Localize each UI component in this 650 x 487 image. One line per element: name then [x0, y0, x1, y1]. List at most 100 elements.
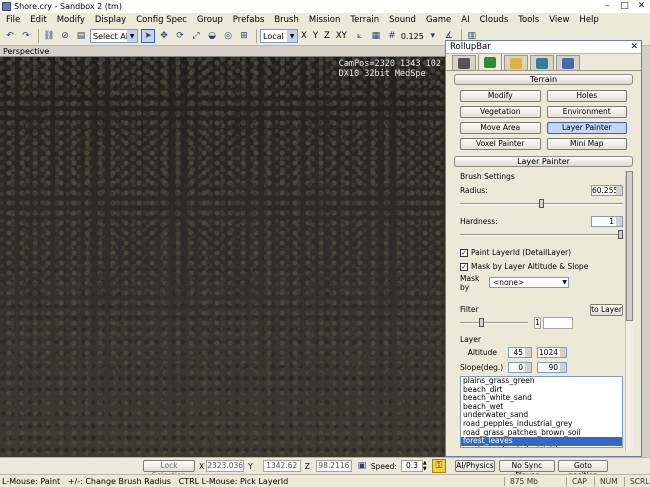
- mini-map-button[interactable]: Mini Map: [546, 138, 627, 150]
- rollup-scrollbar-thumb[interactable]: [626, 171, 633, 321]
- menu-file[interactable]: File: [6, 15, 20, 25]
- rollup-scrollbar[interactable]: [625, 171, 633, 451]
- grid-icon[interactable]: #: [385, 29, 399, 43]
- paint-layer-checkbox[interactable]: ✓: [460, 248, 468, 257]
- coord-system-select[interactable]: Local ▼: [260, 29, 298, 43]
- ai-physics-button[interactable]: AI/Physics: [454, 460, 495, 472]
- coord-system-value: Local: [263, 31, 284, 41]
- radius-input[interactable]: 60.255: [591, 185, 623, 196]
- hardness-slider-thumb[interactable]: [618, 230, 623, 239]
- chevron-down-icon[interactable]: ▾: [426, 29, 440, 43]
- modeling-tab-icon[interactable]: [504, 55, 528, 70]
- modify-button[interactable]: Modify: [460, 90, 541, 102]
- lock-selection-button[interactable]: Lock Selection: [143, 460, 195, 480]
- vegetation-button[interactable]: Vegetation: [460, 106, 541, 118]
- slope-max-input[interactable]: 90: [537, 362, 567, 373]
- menu-group[interactable]: Group: [197, 15, 223, 25]
- snap-object-icon[interactable]: ◎: [221, 29, 235, 43]
- z-coordinate-field[interactable]: 98.2116: [315, 460, 352, 472]
- move-icon[interactable]: ✥: [157, 29, 171, 43]
- lock-icon[interactable]: ⚿: [431, 459, 446, 473]
- menu-modify[interactable]: Modify: [57, 15, 85, 25]
- paint-layer-label: Paint LayerId (DetailLayer): [471, 248, 572, 257]
- 3d-viewport[interactable]: CamPos=2320 1343 102 DX10 32bit MedSpe: [0, 57, 445, 457]
- menu-brush[interactable]: Brush: [274, 15, 299, 25]
- hardness-slider[interactable]: [460, 230, 623, 240]
- radius-slider[interactable]: [460, 199, 623, 209]
- layer-painter-section-header[interactable]: Layer Painter: [454, 156, 633, 167]
- close-icon[interactable]: ✕: [630, 41, 638, 54]
- menu-display[interactable]: Display: [95, 15, 126, 25]
- grid-size-value[interactable]: 0.125: [401, 32, 424, 41]
- to-layer-button[interactable]: to Layer: [590, 303, 623, 316]
- terrain-follow-icon[interactable]: ▣: [355, 459, 369, 473]
- radius-slider-thumb[interactable]: [539, 199, 544, 208]
- objects-tab-icon[interactable]: [452, 55, 476, 70]
- snap-grid-toggle-icon[interactable]: ▦: [369, 29, 383, 43]
- layer-list[interactable]: plains_grass_green beach_dirt beach_whit…: [460, 376, 623, 448]
- menu-view[interactable]: View: [549, 15, 569, 25]
- altitude-min-input[interactable]: 45: [508, 347, 532, 358]
- axis-z-toggle[interactable]: Z: [324, 31, 330, 41]
- menu-config-spec[interactable]: Config Spec: [136, 15, 187, 25]
- menu-clouds[interactable]: Clouds: [480, 15, 509, 25]
- undo-icon[interactable]: ↶: [3, 29, 17, 43]
- axis-y-toggle[interactable]: Y: [313, 31, 318, 41]
- filter-input[interactable]: [543, 316, 573, 329]
- brush-settings-title: Brush Settings: [460, 172, 515, 181]
- environment-button[interactable]: Environment: [546, 106, 627, 118]
- y-coordinate-field[interactable]: 1342.62: [262, 460, 301, 472]
- maximize-icon[interactable]: □: [616, 0, 633, 13]
- goto-position-button[interactable]: Goto position: [557, 460, 608, 480]
- filter-icon[interactable]: ▤: [74, 29, 88, 43]
- menu-help[interactable]: Help: [579, 15, 598, 25]
- filter-slider[interactable]: [460, 317, 528, 328]
- filter-slider-thumb[interactable]: [478, 317, 484, 327]
- select-pointer-icon[interactable]: ➤: [141, 29, 155, 43]
- minimize-icon[interactable]: –: [599, 0, 616, 13]
- move-area-button[interactable]: Move Area: [460, 122, 541, 134]
- selection-mask-select[interactable]: Select All ▼: [90, 29, 138, 43]
- speed-spinner-icon[interactable]: ▲ ▼: [423, 460, 430, 472]
- scale-icon[interactable]: ⤢: [189, 29, 203, 43]
- redo-icon[interactable]: ↷: [19, 29, 33, 43]
- list-item[interactable]: road_pepples_industrial_brown: [461, 445, 622, 447]
- menu-mission[interactable]: Mission: [309, 15, 341, 25]
- terrain-tab-icon[interactable]: [478, 53, 502, 70]
- holes-button[interactable]: Holes: [546, 90, 627, 102]
- menu-tools[interactable]: Tools: [518, 15, 539, 25]
- align-icon[interactable]: ⊞: [237, 29, 251, 43]
- unlink-icon[interactable]: ⊘: [58, 29, 72, 43]
- link-icon[interactable]: ⛓: [42, 29, 56, 43]
- viewport-label[interactable]: Perspective: [3, 47, 49, 56]
- display-tab-icon[interactable]: [530, 55, 554, 70]
- filter-value[interactable]: 1: [534, 316, 541, 329]
- speed-field[interactable]: 0.3: [400, 460, 423, 472]
- menu-game[interactable]: Game: [426, 15, 451, 25]
- hardness-input[interactable]: 1: [591, 216, 623, 227]
- layer-painter-button[interactable]: Layer Painter: [546, 122, 627, 134]
- mask-altitude-checkbox[interactable]: ✓: [460, 262, 468, 271]
- no-sync-player-button[interactable]: No Sync Player: [498, 460, 555, 480]
- window-controls: – □ ✕: [599, 0, 650, 13]
- menu-sound[interactable]: Sound: [389, 15, 416, 25]
- menu-ai[interactable]: AI: [461, 15, 469, 25]
- snap-terrain-icon[interactable]: ◒: [205, 29, 219, 43]
- layers-tab-icon[interactable]: [556, 55, 580, 70]
- voxel-painter-button[interactable]: Voxel Painter: [460, 138, 541, 150]
- terrain-section-header[interactable]: Terrain: [454, 74, 633, 85]
- menu-terrain[interactable]: Terrain: [350, 15, 379, 25]
- altitude-max-input[interactable]: 1024: [537, 347, 567, 358]
- x-label: X: [199, 461, 205, 471]
- axis-xy-toggle[interactable]: XY: [336, 31, 347, 41]
- close-icon[interactable]: ✕: [633, 0, 650, 13]
- menu-prefabs[interactable]: Prefabs: [233, 15, 265, 25]
- terrain-axis-icon[interactable]: ⟀: [353, 29, 367, 43]
- menu-edit[interactable]: Edit: [30, 15, 46, 25]
- slope-min-input[interactable]: 0: [508, 362, 532, 373]
- mask-by-select[interactable]: <none>: [489, 277, 569, 288]
- x-coordinate-field[interactable]: 2323.036: [206, 460, 245, 472]
- rotate-icon[interactable]: ⟳: [173, 29, 187, 43]
- caps-indicator: CAP: [566, 476, 594, 486]
- axis-x-toggle[interactable]: X: [301, 31, 307, 41]
